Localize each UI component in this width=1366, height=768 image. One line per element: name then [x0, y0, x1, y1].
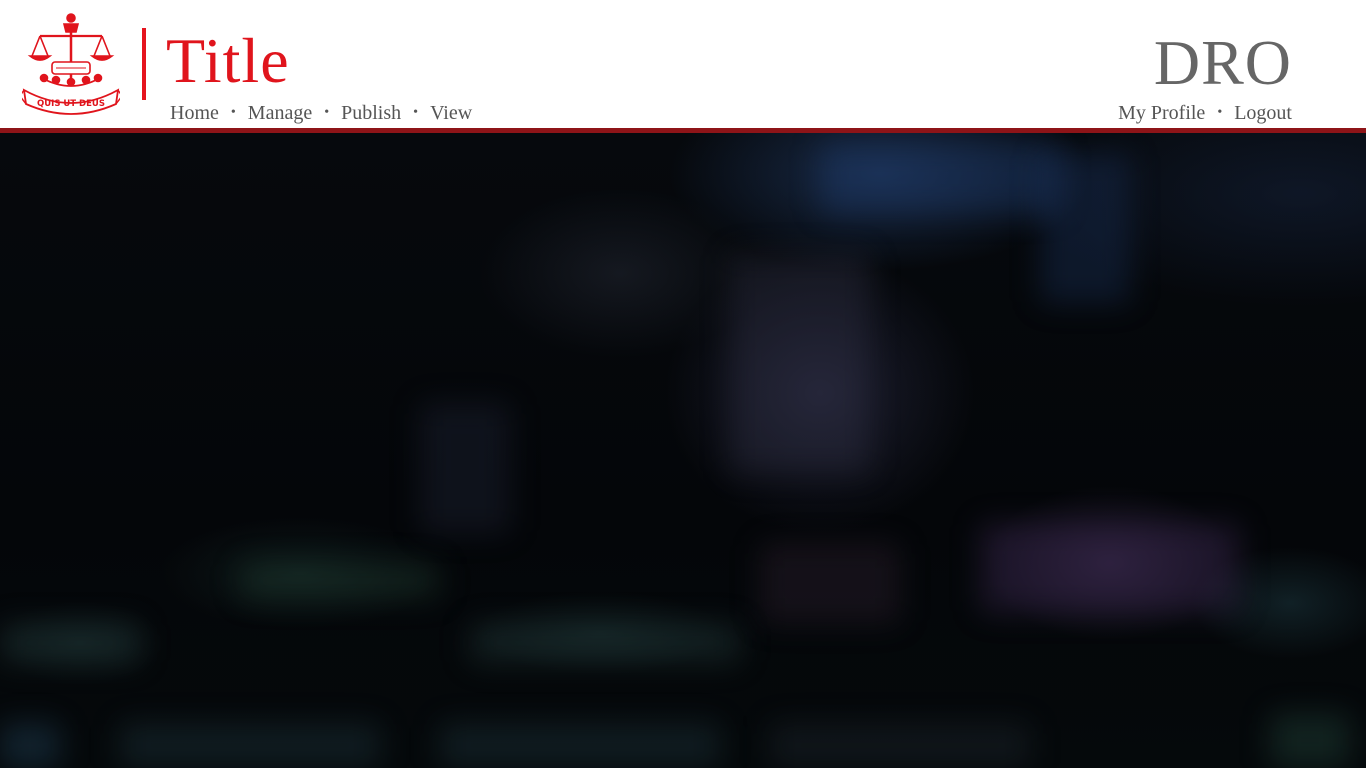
background-shape	[420, 403, 510, 533]
nav-separator: •	[413, 105, 419, 120]
user-nav: My Profile • Logout	[1118, 100, 1292, 126]
background-shape	[440, 723, 720, 768]
background-shape	[770, 723, 1030, 768]
background-shape	[1270, 713, 1350, 768]
title-divider	[142, 28, 146, 100]
background-shape	[120, 723, 380, 768]
background-shape	[0, 723, 60, 768]
blurred-background	[0, 133, 1366, 768]
nav-separator: •	[230, 105, 236, 120]
background-shape	[0, 623, 140, 663]
nav-home-link[interactable]: Home	[170, 102, 219, 125]
nav-manage-link[interactable]: Manage	[248, 102, 312, 125]
my-profile-link[interactable]: My Profile	[1118, 102, 1205, 125]
background-shape	[470, 623, 740, 663]
background-shape	[240, 563, 440, 599]
nav-view-link[interactable]: View	[430, 102, 472, 125]
nav-separator: •	[1217, 105, 1223, 120]
background-shape	[730, 253, 870, 473]
crest-logo[interactable]: QUIS UT DEUS	[22, 12, 120, 116]
page-title: Title	[166, 25, 290, 96]
logout-link[interactable]: Logout	[1234, 102, 1292, 125]
brand-name[interactable]: DRO	[1154, 30, 1292, 96]
site-header: QUIS UT DEUS Title Home • Manage • Publi…	[0, 0, 1366, 128]
logo-motto: QUIS UT DEUS	[37, 99, 105, 109]
nav-separator: •	[324, 105, 330, 120]
background-shape	[820, 143, 1060, 213]
background-shape	[1040, 153, 1130, 303]
background-shape	[980, 523, 1240, 613]
main-nav: Home • Manage • Publish • View	[170, 100, 472, 126]
background-shape	[760, 543, 900, 623]
nav-publish-link[interactable]: Publish	[341, 102, 401, 125]
